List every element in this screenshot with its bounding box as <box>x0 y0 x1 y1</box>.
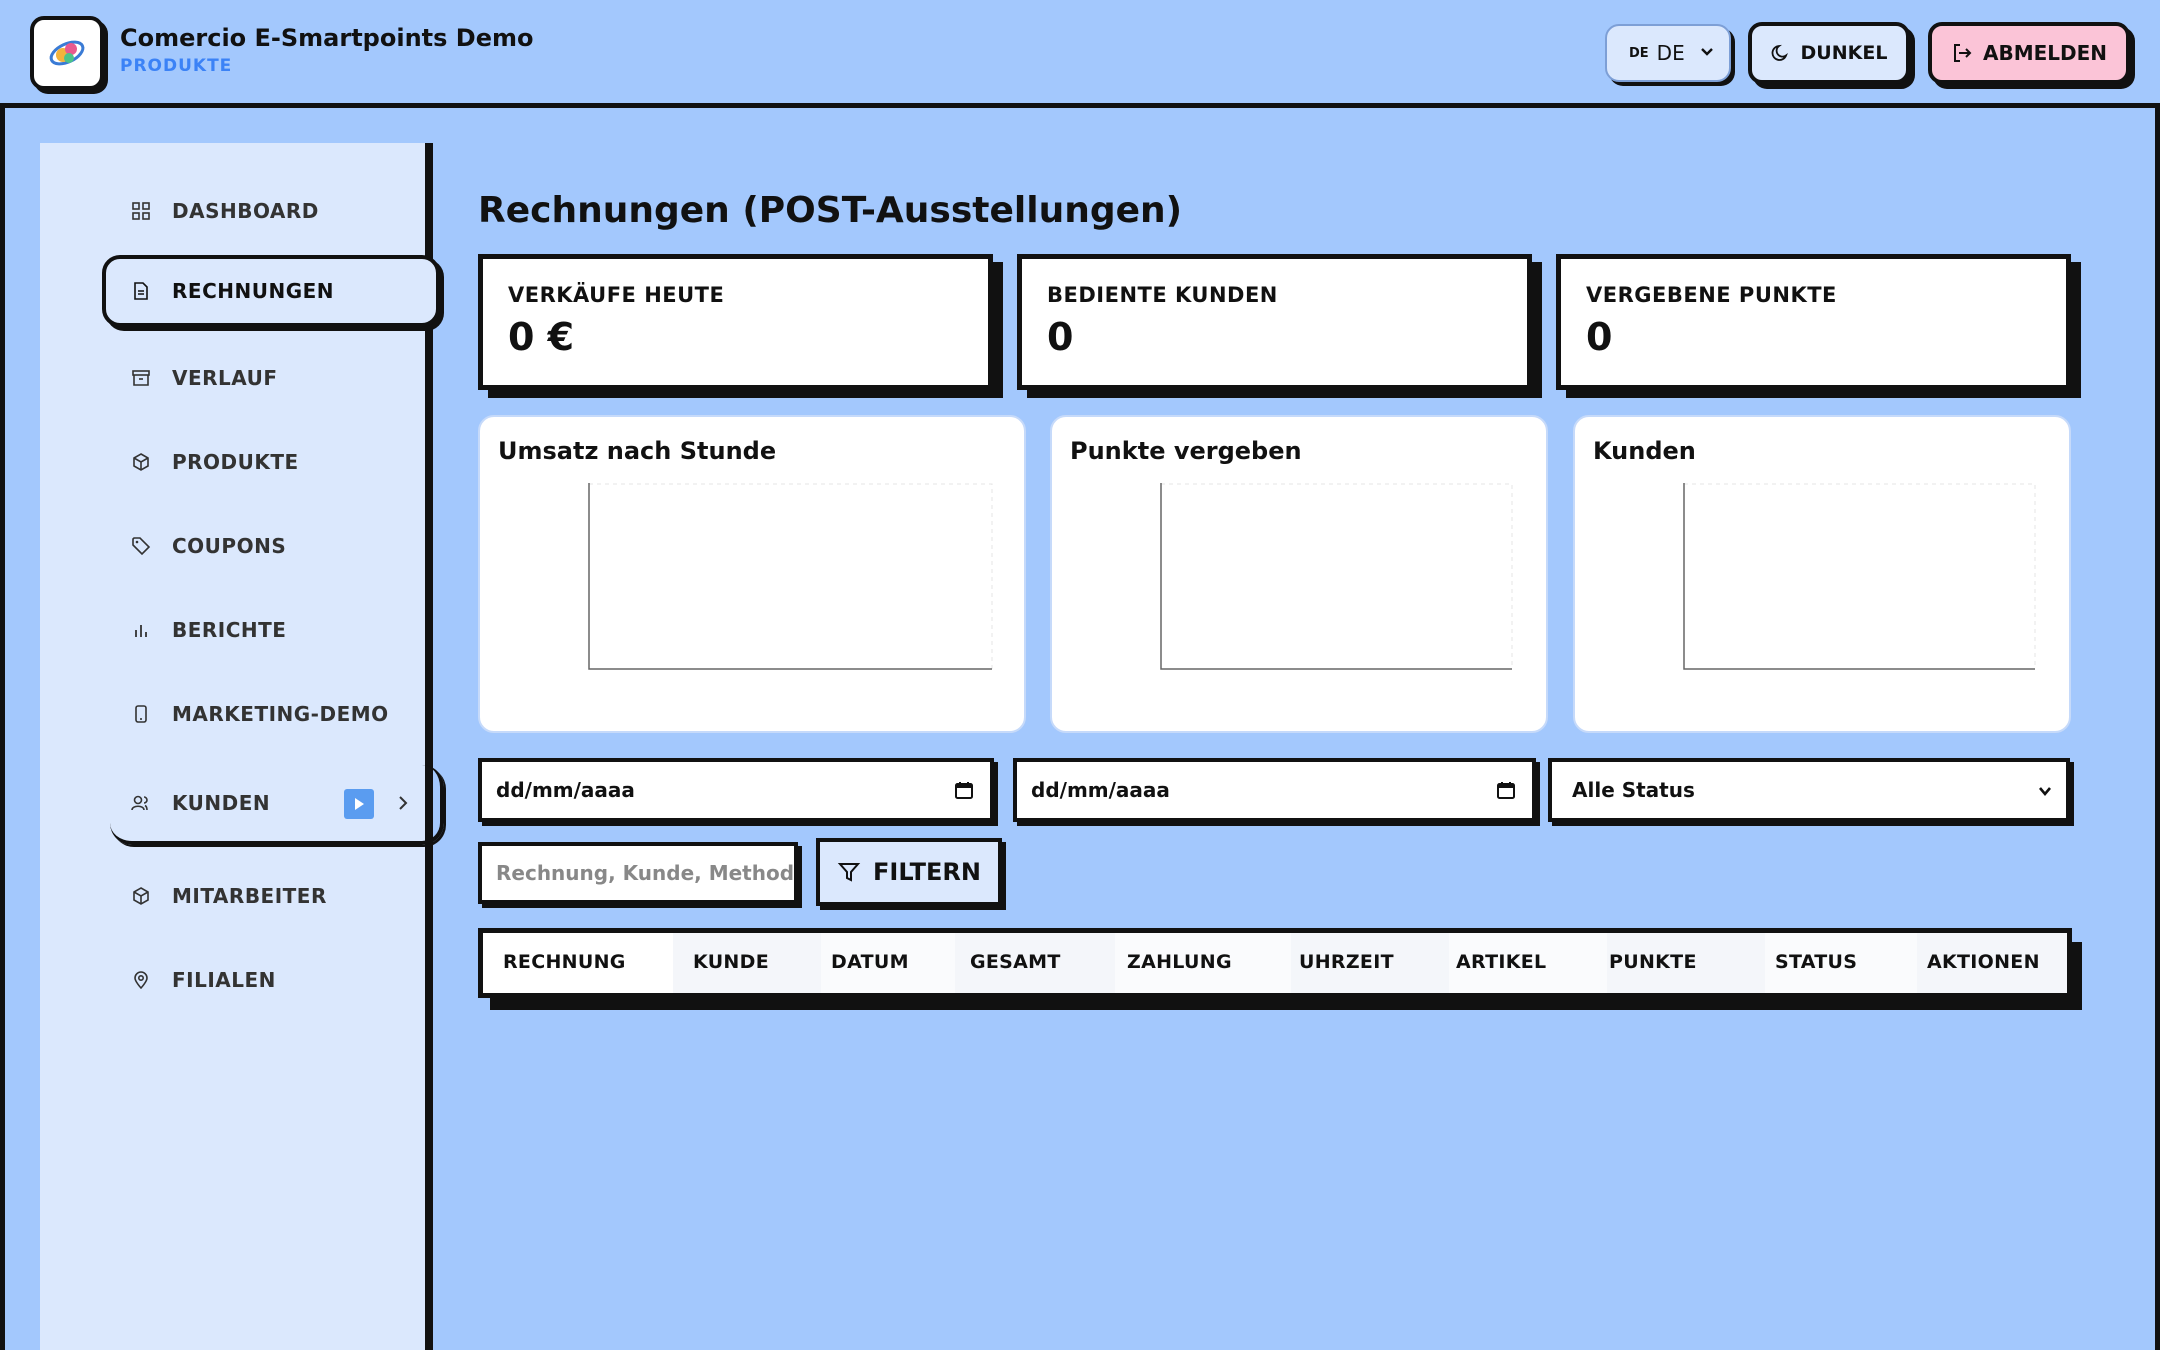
app-logo[interactable] <box>30 16 104 90</box>
search-placeholder: Rechnung, Kunde, Methode s <box>496 861 798 885</box>
chart-plot-area <box>1683 483 2036 670</box>
dark-mode-button[interactable]: DUNKEL <box>1748 22 1910 84</box>
date-to-input[interactable]: dd/mm/aaaa <box>1013 758 1536 822</box>
column-header-aktionen[interactable]: AKTIONEN <box>1927 951 2040 973</box>
chart-card-customers: Kunden <box>1573 415 2071 733</box>
calendar-icon[interactable] <box>1496 780 1516 800</box>
top-header: Comercio E-Smartpoints Demo PRODUKTE DE … <box>0 0 2160 108</box>
filter-button-label: FILTERN <box>873 858 981 886</box>
chevron-down-icon <box>2039 787 2051 797</box>
sidebar-item-filialen[interactable]: FILIALEN <box>90 945 430 1015</box>
filter-button[interactable]: FILTERN <box>816 838 1002 906</box>
tag-icon <box>130 535 152 557</box>
moon-icon <box>1771 44 1788 61</box>
sidebar-item-label: RECHNUNGEN <box>172 279 335 303</box>
chevron-right-icon[interactable] <box>396 793 410 818</box>
stat-card-sales-today: VERKÄUFE HEUTE 0 € <box>478 254 993 390</box>
sidebar-item-kunden[interactable]: KUNDEN <box>110 765 444 845</box>
column-header-rechnung[interactable]: RECHNUNG <box>503 951 626 973</box>
logout-button[interactable]: ABMELDEN <box>1928 22 2130 84</box>
sidebar-item-mitarbeiter[interactable]: MITARBEITER <box>90 861 430 931</box>
date-from-input[interactable]: dd/mm/aaaa <box>478 758 994 822</box>
column-header-datum[interactable]: DATUM <box>831 951 909 973</box>
chart-title: Punkte vergeben <box>1070 437 1302 465</box>
invoice-table-header: RECHNUNG KUNDE DATUM GESAMT ZAHLUNG UHRZ… <box>478 928 2072 998</box>
app-subtitle: PRODUKTE <box>120 56 233 76</box>
frame-right-border <box>2155 108 2160 1350</box>
chart-title: Kunden <box>1593 437 1696 465</box>
archive-icon <box>130 367 152 389</box>
column-header-artikel[interactable]: ARTIKEL <box>1456 951 1546 973</box>
stat-card-points-awarded: VERGEBENE PUNKTE 0 <box>1556 254 2071 390</box>
stat-value: 0 <box>1586 315 1613 359</box>
sidebar-item-label: MITARBEITER <box>172 884 327 908</box>
sidebar-item-verlauf[interactable]: VERLAUF <box>90 343 430 413</box>
sidebar-item-label: COUPONS <box>172 534 287 558</box>
column-header-punkte[interactable]: PUNKTE <box>1609 951 1697 973</box>
sidebar-item-label: BERICHTE <box>172 618 287 642</box>
sidebar-item-berichte[interactable]: BERICHTE <box>90 595 430 665</box>
sidebar-item-label: DASHBOARD <box>172 199 319 223</box>
date-to-placeholder: dd/mm/aaaa <box>1031 778 1170 802</box>
chart-card-revenue-by-hour: Umsatz nach Stunde <box>478 415 1026 733</box>
stat-value: 0 <box>1047 315 1074 359</box>
box-icon <box>130 885 152 907</box>
page-title: Rechnungen (POST-Ausstellungen) <box>478 190 1183 231</box>
sidebar-item-marketing-demo[interactable]: MARKETING-DEMO <box>90 679 430 749</box>
language-select[interactable]: DE DE <box>1605 24 1731 82</box>
grid-icon <box>130 200 152 222</box>
sidebar-item-label: MARKETING-DEMO <box>172 702 389 726</box>
stat-label: VERKÄUFE HEUTE <box>508 283 725 307</box>
app-title: Comercio E-Smartpoints Demo <box>120 24 534 52</box>
sidebar: DASHBOARD RECHNUNGEN VERLAUF PRODUKTE CO… <box>40 143 444 1350</box>
stat-value: 0 € <box>508 315 575 359</box>
sidebar-item-coupons[interactable]: COUPONS <box>90 511 430 581</box>
sidebar-item-label: KUNDEN <box>172 791 271 815</box>
sidebar-item-dashboard[interactable]: DASHBOARD <box>90 176 430 246</box>
dark-mode-label: DUNKEL <box>1800 42 1888 64</box>
sidebar-item-label: PRODUKTE <box>172 450 299 474</box>
sidebar-item-label: VERLAUF <box>172 366 278 390</box>
date-from-placeholder: dd/mm/aaaa <box>496 778 635 802</box>
sidebar-item-label: FILIALEN <box>172 968 276 992</box>
chart-card-points-awarded: Punkte vergeben <box>1050 415 1548 733</box>
column-header-gesamt[interactable]: GESAMT <box>970 951 1061 973</box>
stat-label: VERGEBENE PUNKTE <box>1586 283 1837 307</box>
chart-title: Umsatz nach Stunde <box>498 437 777 465</box>
play-icon[interactable] <box>344 789 374 819</box>
column-header-kunde[interactable]: KUNDE <box>693 951 769 973</box>
document-icon <box>130 280 152 302</box>
map-pin-icon <box>130 969 152 991</box>
box-icon <box>130 451 152 473</box>
funnel-icon <box>837 863 861 882</box>
bar-chart-icon <box>130 619 152 641</box>
sidebar-item-rechnungen[interactable]: RECHNUNGEN <box>102 255 440 327</box>
users-icon <box>130 792 152 814</box>
column-header-uhrzeit[interactable]: UHRZEIT <box>1299 951 1394 973</box>
logout-label: ABMELDEN <box>1982 41 2108 65</box>
language-value: DE <box>1656 41 1685 65</box>
status-select-value: Alle Status <box>1572 778 1695 802</box>
sidebar-item-produkte[interactable]: PRODUKTE <box>90 427 430 497</box>
stat-card-customers-served: BEDIENTE KUNDEN 0 <box>1017 254 1532 390</box>
logout-icon <box>1953 44 1972 62</box>
stat-label: BEDIENTE KUNDEN <box>1047 283 1278 307</box>
status-select[interactable]: Alle Status <box>1548 758 2070 822</box>
column-header-status[interactable]: STATUS <box>1775 951 1857 973</box>
chart-plot-area <box>588 483 993 670</box>
logo-icon <box>49 40 85 66</box>
chart-plot-area <box>1160 483 1513 670</box>
chevron-down-icon <box>1701 48 1713 56</box>
language-flag: DE <box>1629 45 1649 61</box>
smartphone-icon <box>130 703 152 725</box>
calendar-icon[interactable] <box>954 780 974 800</box>
frame-left-border <box>0 108 5 1350</box>
search-input[interactable]: Rechnung, Kunde, Methode s <box>478 842 798 904</box>
column-header-zahlung[interactable]: ZAHLUNG <box>1127 951 1232 973</box>
